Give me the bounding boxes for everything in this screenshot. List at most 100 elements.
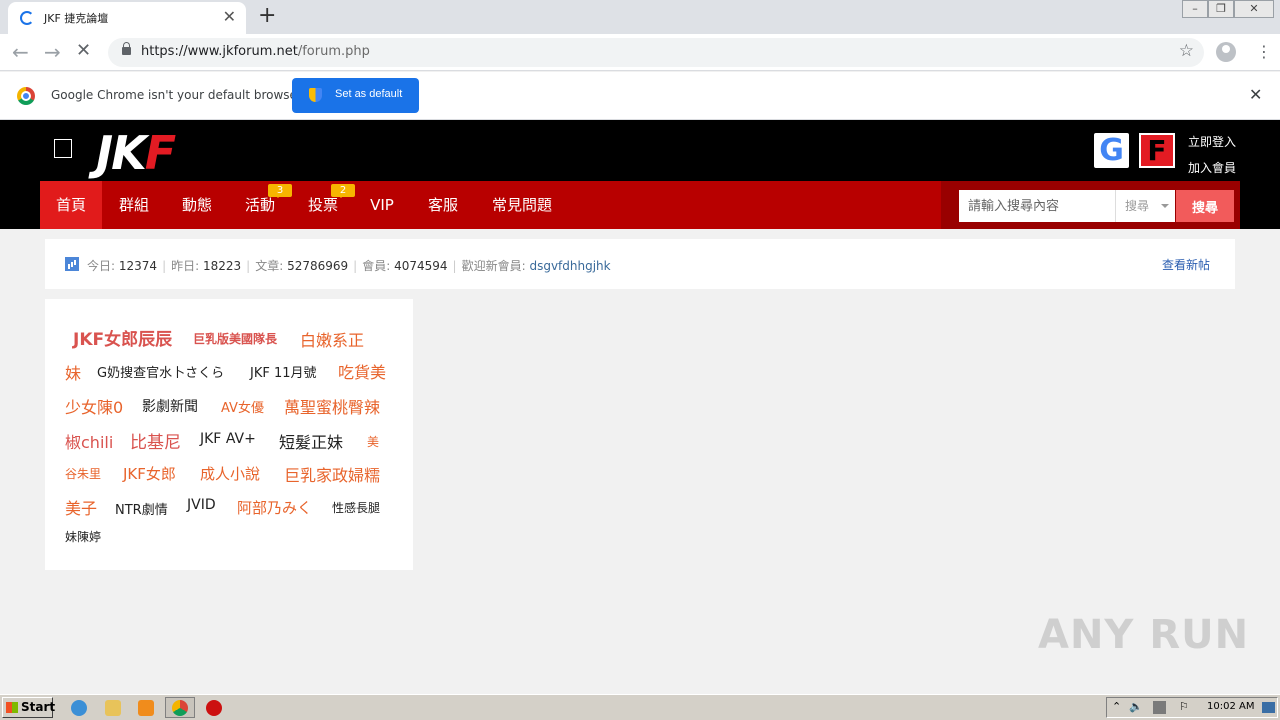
- posts-label: 文章:: [255, 259, 284, 273]
- loading-favicon-icon: [20, 11, 34, 25]
- flag-icon[interactable]: ⚐: [1179, 700, 1189, 713]
- infobar-message: Google Chrome isn't your default browser: [51, 88, 302, 102]
- search-type-select[interactable]: 搜尋: [1115, 190, 1175, 222]
- register-link[interactable]: 加入會員: [1188, 159, 1236, 176]
- tag-link[interactable]: JVID: [187, 497, 216, 513]
- infobar-close-icon[interactable]: ✕: [1249, 85, 1262, 104]
- newest-member-link[interactable]: dsgvfdhhgjhk: [529, 259, 610, 273]
- logo-jk: JK: [96, 126, 147, 180]
- tag-link[interactable]: 妹陳婷: [65, 528, 101, 545]
- tag-link[interactable]: 阿部乃みく: [237, 497, 312, 518]
- stop-loading-icon[interactable]: ✕: [76, 40, 91, 61]
- tag-link[interactable]: 美子: [65, 495, 97, 519]
- tag-link[interactable]: 萬聖蜜桃臀辣: [284, 394, 380, 418]
- google-login-icon[interactable]: G: [1094, 133, 1129, 168]
- tag-link[interactable]: 巨乳版美國隊長: [193, 330, 277, 347]
- volume-icon[interactable]: 🔈: [1129, 700, 1143, 713]
- tag-link[interactable]: 美: [367, 433, 379, 450]
- tag-link[interactable]: NTR劇情: [115, 499, 168, 518]
- show-desktop-icon[interactable]: [1262, 702, 1275, 713]
- start-label: Start: [21, 700, 56, 714]
- today-label: 今日:: [87, 259, 116, 273]
- tag-link[interactable]: G奶搜查官水卜さくら: [97, 362, 224, 381]
- jkf-logo[interactable]: JKF: [96, 126, 176, 180]
- site-header: JKF G F 立即登入 加入會員 首頁 群組 動態 活動 3 投票 2 VIP…: [0, 120, 1280, 229]
- tag-link[interactable]: 比基尼: [130, 428, 181, 453]
- welcome-label: 歡迎新會員:: [461, 259, 526, 273]
- view-new-posts-link[interactable]: 查看新帖: [1162, 256, 1210, 273]
- logo-f: F: [144, 126, 176, 180]
- chrome-menu-icon[interactable]: ⋮: [1256, 40, 1272, 64]
- nav-home[interactable]: 首頁: [40, 181, 102, 229]
- tag-link[interactable]: 性感長腿: [332, 499, 380, 516]
- today-count: 12374: [118, 259, 158, 273]
- site-search: 搜尋 搜尋: [941, 181, 1240, 229]
- bar-chart-icon: [65, 257, 79, 271]
- windows-logo-icon: [6, 702, 18, 713]
- uac-shield-icon: [309, 88, 322, 102]
- set-as-default-button[interactable]: Set as default: [292, 78, 419, 113]
- chrome-taskbar-icon: [172, 700, 188, 716]
- main-nav: 首頁 群組 動態 活動 3 投票 2 VIP 客服 常見問題 搜尋 搜尋: [40, 181, 1240, 229]
- file-explorer-icon[interactable]: [105, 700, 121, 716]
- tag-link[interactable]: 椒chili: [65, 429, 113, 453]
- tag-link[interactable]: 谷朱里: [65, 465, 101, 482]
- nav-groups[interactable]: 群組: [102, 181, 166, 229]
- forward-arrow-icon[interactable]: →: [44, 40, 61, 64]
- start-button[interactable]: Start: [2, 697, 56, 718]
- restore-button[interactable]: ❐: [1208, 0, 1234, 18]
- menu-toggle-icon[interactable]: [54, 139, 72, 158]
- browser-tabstrip: JKF 捷克論壇 ✕ + – ❐ ✕: [0, 0, 1280, 34]
- nav-support[interactable]: 客服: [410, 181, 476, 229]
- minimize-button[interactable]: –: [1182, 0, 1208, 18]
- alert-app-icon[interactable]: [206, 700, 222, 716]
- tag-link[interactable]: 妹: [65, 360, 81, 384]
- tray-expand-icon[interactable]: ⌃: [1112, 700, 1121, 713]
- profile-avatar-icon[interactable]: [1216, 42, 1236, 62]
- new-tab-button[interactable]: +: [258, 3, 276, 29]
- system-tray: ⌃ 🔈 ⚐ 10:02 AM: [1106, 697, 1278, 718]
- tag-link[interactable]: 白嫩系正: [300, 327, 364, 351]
- url-path: /forum.php: [297, 44, 370, 59]
- search-input[interactable]: [959, 190, 1115, 222]
- tag-link[interactable]: JKF 11月號: [250, 362, 317, 381]
- nav-activity[interactable]: 動態: [166, 181, 228, 229]
- tag-link[interactable]: JKF AV+: [200, 431, 256, 447]
- tag-link[interactable]: 成人小說: [200, 463, 260, 484]
- tag-link[interactable]: 巨乳家政婦糯: [284, 462, 380, 486]
- tab-title: JKF 捷克論壇: [44, 12, 109, 25]
- vote-badge: 2: [331, 184, 355, 198]
- google-letter: G: [1099, 133, 1124, 168]
- login-link[interactable]: 立即登入: [1188, 133, 1236, 150]
- hot-tags-box: JKF女郎辰辰 巨乳版美國隊長 白嫩系正 妹 G奶搜查官水卜さくら JKF 11…: [45, 299, 413, 570]
- tag-link[interactable]: 短髮正妹: [279, 429, 343, 453]
- back-arrow-icon[interactable]: ←: [12, 40, 29, 64]
- close-window-button[interactable]: ✕: [1234, 0, 1274, 18]
- nav-faq[interactable]: 常見問題: [476, 181, 568, 229]
- search-button[interactable]: 搜尋: [1176, 190, 1234, 222]
- lock-icon[interactable]: [122, 42, 131, 55]
- jkf-f-login-icon[interactable]: F: [1139, 133, 1175, 168]
- media-player-icon[interactable]: [138, 700, 154, 716]
- nav-vip[interactable]: VIP: [354, 181, 410, 229]
- tag-link[interactable]: 吃貨美: [338, 359, 386, 383]
- forum-stats-bar: 今日: 12374 | 昨日: 18223 | 文章: 52786969 | 會員: 407…: [45, 239, 1235, 289]
- address-bar[interactable]: https://www.jkforum.net/forum.php ☆: [108, 38, 1204, 67]
- tag-link[interactable]: JKF女郎辰辰: [73, 325, 172, 350]
- internet-explorer-icon[interactable]: [71, 700, 87, 716]
- tag-link[interactable]: AV女優: [221, 397, 264, 416]
- tag-link[interactable]: JKF女郎: [123, 463, 176, 484]
- browser-tab[interactable]: JKF 捷克論壇 ✕: [8, 2, 246, 34]
- browser-toolbar: ← → ✕ https://www.jkforum.net/forum.php …: [0, 34, 1280, 71]
- tag-link[interactable]: 影劇新聞: [142, 396, 198, 416]
- search-type-label: 搜尋: [1125, 199, 1150, 213]
- bookmark-star-icon[interactable]: ☆: [1179, 41, 1194, 61]
- url-text[interactable]: https://www.jkforum.net/forum.php: [141, 44, 370, 59]
- network-icon[interactable]: [1153, 701, 1166, 714]
- tag-link[interactable]: 少女陳0: [65, 394, 123, 418]
- yesterday-label: 昨日:: [171, 259, 200, 273]
- caret-down-icon: [1161, 204, 1169, 212]
- tab-close-icon[interactable]: ✕: [223, 7, 236, 26]
- clock[interactable]: 10:02 AM: [1207, 701, 1254, 712]
- windows-taskbar: Start ⌃ 🔈 ⚐ 10:02 AM: [0, 694, 1280, 720]
